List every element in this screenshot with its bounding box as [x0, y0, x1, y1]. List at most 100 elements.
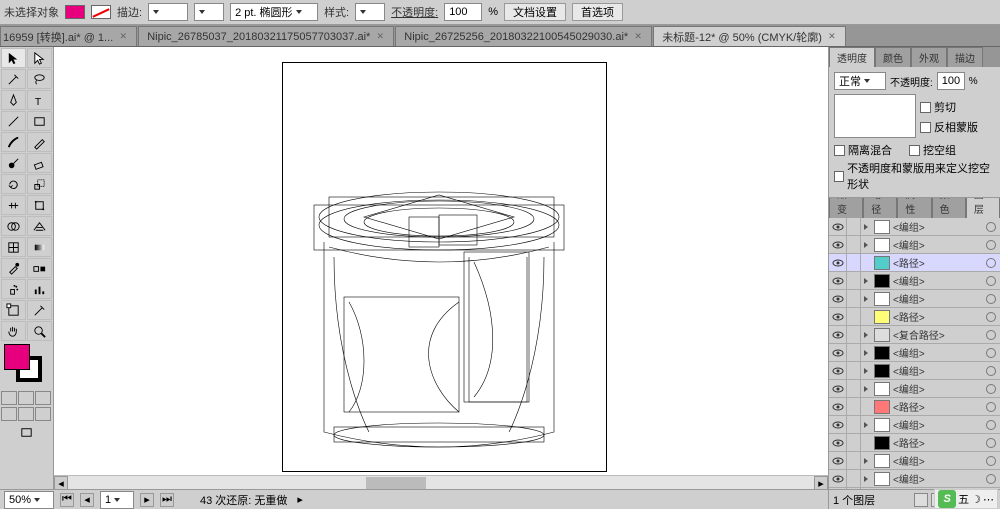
panel-tab-transparency[interactable]: 透明度 — [829, 47, 875, 67]
layer-row[interactable]: <路径> — [829, 398, 1000, 416]
visibility-icon[interactable] — [829, 254, 847, 272]
column-graph-tool[interactable] — [27, 279, 52, 299]
layer-name[interactable]: <编组> — [893, 345, 982, 360]
selection-tool[interactable] — [1, 48, 26, 68]
target-icon[interactable] — [986, 366, 996, 376]
clip-checkbox[interactable] — [920, 102, 931, 113]
panel-tab[interactable]: 路径 — [863, 198, 897, 218]
target-icon[interactable] — [986, 474, 996, 484]
expand-icon[interactable] — [861, 458, 871, 464]
rotate-tool[interactable] — [1, 174, 26, 194]
gradient-mode-button[interactable] — [18, 391, 34, 405]
lock-column[interactable] — [847, 362, 861, 380]
close-icon[interactable]: ✕ — [633, 32, 643, 42]
visibility-icon[interactable] — [829, 272, 847, 290]
stroke-swatch-none[interactable] — [91, 5, 111, 19]
blend-tool[interactable] — [27, 258, 52, 278]
layer-name[interactable]: <复合路径> — [893, 327, 982, 342]
layer-name[interactable]: <编组> — [893, 219, 982, 234]
style-dropdown[interactable] — [355, 3, 385, 21]
document-tab[interactable]: Nipic_26785037_20180321175057703037.ai*✕ — [138, 26, 394, 46]
canvas[interactable] — [54, 47, 828, 489]
target-icon[interactable] — [986, 258, 996, 268]
visibility-icon[interactable] — [829, 236, 847, 254]
expand-icon[interactable] — [861, 386, 871, 392]
visibility-icon[interactable] — [829, 290, 847, 308]
target-icon[interactable] — [986, 348, 996, 358]
perspective-grid-tool[interactable] — [27, 216, 52, 236]
panel-tab-layers[interactable]: 图层 — [966, 198, 1000, 218]
doc-setup-button[interactable]: 文档设置 — [504, 3, 566, 21]
scroll-right-icon[interactable]: ▸ — [814, 476, 828, 490]
target-icon[interactable] — [986, 438, 996, 448]
layer-name[interactable]: <路径> — [893, 435, 982, 450]
document-tab[interactable]: Nipic_26725256_20180322100545029030.ai*✕ — [395, 26, 652, 46]
target-icon[interactable] — [986, 240, 996, 250]
eyedropper-tool[interactable] — [1, 258, 26, 278]
layer-row[interactable]: <编组> — [829, 218, 1000, 236]
visibility-icon[interactable] — [829, 452, 847, 470]
zoom-dropdown[interactable]: 50% — [4, 491, 54, 509]
ime-menu-icon[interactable]: ⋯ — [983, 493, 994, 506]
panel-tab[interactable]: 属性 — [897, 198, 931, 218]
variable-width-dropdown[interactable] — [194, 3, 224, 21]
close-icon[interactable]: ✕ — [375, 32, 385, 42]
expand-icon[interactable] — [861, 224, 871, 230]
layer-list[interactable]: <编组> <编组> <路径> <编组> <编组> <路径> <复合路径> <编组> <编组> <编… — [829, 218, 1000, 489]
layer-row[interactable]: <编组> — [829, 290, 1000, 308]
blob-brush-tool[interactable] — [1, 153, 26, 173]
scroll-left-icon[interactable]: ◂ — [54, 476, 68, 490]
lock-column[interactable] — [847, 434, 861, 452]
opacity-thumbnail[interactable] — [834, 94, 916, 138]
lock-column[interactable] — [847, 344, 861, 362]
invert-mask-checkbox[interactable] — [920, 122, 931, 133]
layer-name[interactable]: <编组> — [893, 381, 982, 396]
expand-icon[interactable] — [861, 350, 871, 356]
paintbrush-tool[interactable] — [1, 132, 26, 152]
hand-tool[interactable] — [1, 321, 26, 341]
brush-dropdown[interactable]: 2 pt. 椭圆形 — [230, 3, 318, 21]
horizontal-scrollbar[interactable]: ◂ ▸ — [54, 475, 828, 489]
preferences-button[interactable]: 首选项 — [572, 3, 623, 21]
visibility-icon[interactable] — [829, 308, 847, 326]
document-tab[interactable]: 未标题-12* @ 50% (CMYK/轮廓)✕ — [653, 26, 846, 46]
none-mode-button[interactable] — [35, 391, 51, 405]
ime-logo-icon[interactable]: S — [938, 490, 956, 508]
pen-tool[interactable] — [1, 90, 26, 110]
panel-tab[interactable]: 渐变 — [829, 198, 863, 218]
lock-column[interactable] — [847, 380, 861, 398]
visibility-icon[interactable] — [829, 470, 847, 488]
artboard-tool[interactable] — [1, 300, 26, 320]
layer-name[interactable]: <路径> — [893, 399, 982, 414]
lasso-tool[interactable] — [27, 69, 52, 89]
line-tool[interactable] — [1, 111, 26, 131]
lock-column[interactable] — [847, 326, 861, 344]
layer-row[interactable]: <路径> — [829, 308, 1000, 326]
isolate-checkbox[interactable] — [834, 145, 845, 156]
target-icon[interactable] — [986, 312, 996, 322]
layer-row[interactable]: <编组> — [829, 380, 1000, 398]
visibility-icon[interactable] — [829, 434, 847, 452]
target-icon[interactable] — [986, 384, 996, 394]
lock-column[interactable] — [847, 236, 861, 254]
moon-icon[interactable]: ☽ — [971, 493, 981, 506]
zoom-tool[interactable] — [27, 321, 52, 341]
layer-name[interactable]: <编组> — [893, 417, 982, 432]
layer-name[interactable]: <路径> — [893, 309, 982, 324]
screen-mode-button[interactable] — [0, 422, 53, 442]
target-icon[interactable] — [986, 456, 996, 466]
opacity-input[interactable]: 100 — [444, 3, 482, 21]
target-icon[interactable] — [986, 402, 996, 412]
layer-name[interactable]: <编组> — [893, 363, 982, 378]
lock-column[interactable] — [847, 398, 861, 416]
locate-object-icon[interactable] — [914, 493, 928, 507]
draw-inside-button[interactable] — [35, 407, 51, 421]
layer-row[interactable]: <编组> — [829, 236, 1000, 254]
expand-icon[interactable] — [861, 476, 871, 482]
target-icon[interactable] — [986, 276, 996, 286]
layer-name[interactable]: <编组> — [893, 291, 982, 306]
width-tool[interactable] — [1, 195, 26, 215]
panel-tab-color[interactable]: 颜色 — [875, 47, 911, 67]
lock-column[interactable] — [847, 254, 861, 272]
blend-mode-dropdown[interactable]: 正常 — [834, 72, 886, 90]
